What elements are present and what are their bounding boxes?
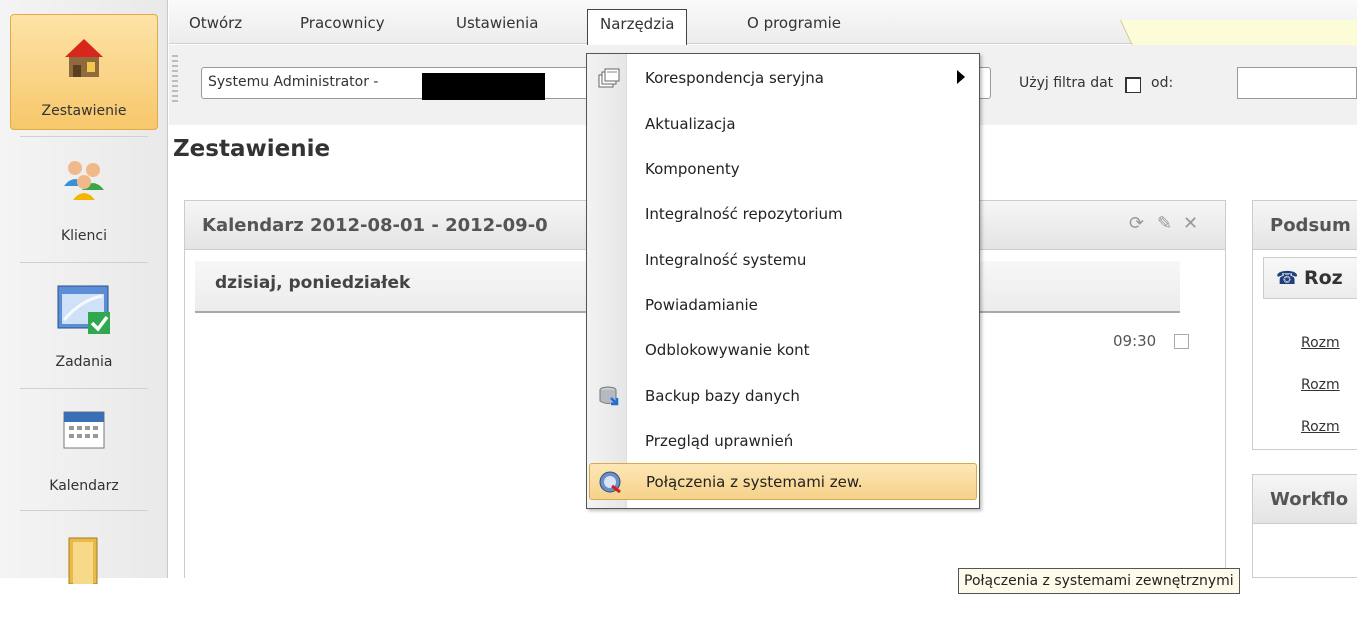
nav-divider (20, 136, 148, 137)
menu-o-programie[interactable]: O programie (747, 14, 841, 32)
calendar-panel-title: Kalendarz 2012-08-01 - 2012-09-0 (202, 215, 548, 236)
menu-item-label: Komponenty (645, 160, 740, 178)
date-filter-label: Użyj filtra dat (1019, 75, 1114, 91)
date-filter-checkbox[interactable] (1125, 77, 1141, 93)
date-from-label: od: (1151, 75, 1174, 91)
people-icon (64, 161, 104, 200)
event-time: 09:30 (1113, 332, 1157, 350)
tooltip: Połączenia z systemami zewnętrznymi (958, 568, 1240, 594)
menu-item-label: Przegląd uprawnień (645, 432, 794, 450)
submenu-arrow-icon (957, 70, 965, 84)
nav-item-zadania[interactable]: Zadania (10, 264, 158, 380)
conversation-link[interactable]: Rozm (1301, 419, 1340, 435)
menu-pracownicy[interactable]: Pracownicy (300, 14, 385, 32)
menu-item-label: Backup bazy danych (645, 387, 800, 405)
workflow-panel: Workflo (1252, 474, 1357, 578)
nav-label-zestawienie: Zestawienie (41, 103, 127, 119)
menu-item-polaczenia[interactable]: Połączenia z systemami zew. (589, 463, 977, 500)
summary-panel-header: Podsum (1253, 201, 1357, 250)
database-backup-icon (599, 386, 619, 406)
mail-merge-icon (598, 68, 620, 88)
nav-item-kalendarz[interactable]: Kalendarz (10, 388, 158, 504)
calendar-icon (63, 411, 105, 449)
page-title: Zestawienie (173, 136, 331, 162)
menu-item-label: Integralność systemu (645, 251, 807, 269)
menu-narzedzia[interactable]: Narzędzia (587, 9, 688, 45)
toolbar-grip[interactable] (172, 55, 178, 105)
menu-ustawienia[interactable]: Ustawienia (456, 14, 538, 32)
left-navigation: Zestawienie Klienci Zadania Kalendarz (0, 0, 168, 584)
folder-icon (68, 537, 98, 584)
house-icon (65, 39, 103, 77)
summary-panel: Podsum ☎ Roz Rozm Rozm Rozm (1252, 200, 1357, 450)
conversations-header: ☎ Roz (1263, 257, 1357, 299)
menu-item-powiadamianie[interactable]: Powiadamianie (589, 287, 977, 324)
summary-panel-title: Podsum (1270, 215, 1351, 236)
user-select-value: Systemu Administrator - (208, 74, 379, 90)
menu-item-label: Integralność repozytorium (645, 205, 843, 223)
nav-item-zestawienie[interactable]: Zestawienie (10, 14, 158, 130)
menu-item-przeglad-uprawnien[interactable]: Przegląd uprawnień (589, 423, 977, 460)
conversations-title: Roz (1304, 267, 1343, 289)
conversation-link[interactable]: Rozm (1301, 377, 1340, 393)
redacted-block (422, 73, 545, 100)
menu-item-label: Powiadamianie (645, 296, 758, 314)
day-label: dzisiaj, poniedziałek (215, 273, 411, 293)
event-done-checkbox[interactable] (1174, 334, 1189, 349)
menu-item-aktualizacja[interactable]: Aktualizacja (589, 106, 977, 143)
menu-item-label: Korespondencja seryjna (645, 69, 824, 87)
nav-item-klienci[interactable]: Klienci (10, 138, 158, 254)
menu-item-odblokowywanie-kont[interactable]: Odblokowywanie kont (589, 332, 977, 369)
workflow-panel-title: Workflo (1270, 489, 1349, 510)
refresh-icon[interactable]: ⟳ (1129, 213, 1144, 234)
menu-item-korespondencja[interactable]: Korespondencja seryjna (589, 60, 977, 97)
nav-label-klienci: Klienci (60, 228, 108, 244)
conversation-link[interactable]: Rozm (1301, 335, 1340, 351)
nav-divider (20, 510, 148, 511)
menu-item-backup[interactable]: Backup bazy danych (589, 378, 977, 415)
nav-label-zadania: Zadania (55, 354, 113, 370)
nav-divider (20, 262, 148, 263)
wrench-icon[interactable]: ✎ (1157, 213, 1172, 234)
nav-item-dokumenty[interactable] (10, 512, 158, 628)
close-icon[interactable]: ✕ (1183, 213, 1198, 234)
menu-item-integralnosc-repozytorium[interactable]: Integralność repozytorium (589, 196, 977, 233)
nav-label-kalendarz: Kalendarz (49, 478, 119, 494)
phone-icon: ☎ (1276, 268, 1299, 289)
menu-otworz[interactable]: Otwórz (189, 14, 242, 32)
menu-item-label: Aktualizacja (645, 115, 736, 133)
task-check-icon (57, 285, 110, 334)
date-from-input[interactable] (1237, 67, 1357, 99)
menu-item-komponenty[interactable]: Komponenty (589, 151, 977, 188)
menu-item-label: Połączenia z systemami zew. (646, 473, 863, 491)
workflow-panel-header: Workflo (1253, 475, 1357, 524)
narzedzia-dropdown: Korespondencja seryjna Aktualizacja Komp… (586, 53, 980, 509)
menu-item-integralnosc-systemu[interactable]: Integralność systemu (589, 242, 977, 279)
globe-connection-icon (599, 471, 621, 494)
menu-item-label: Odblokowywanie kont (645, 341, 810, 359)
